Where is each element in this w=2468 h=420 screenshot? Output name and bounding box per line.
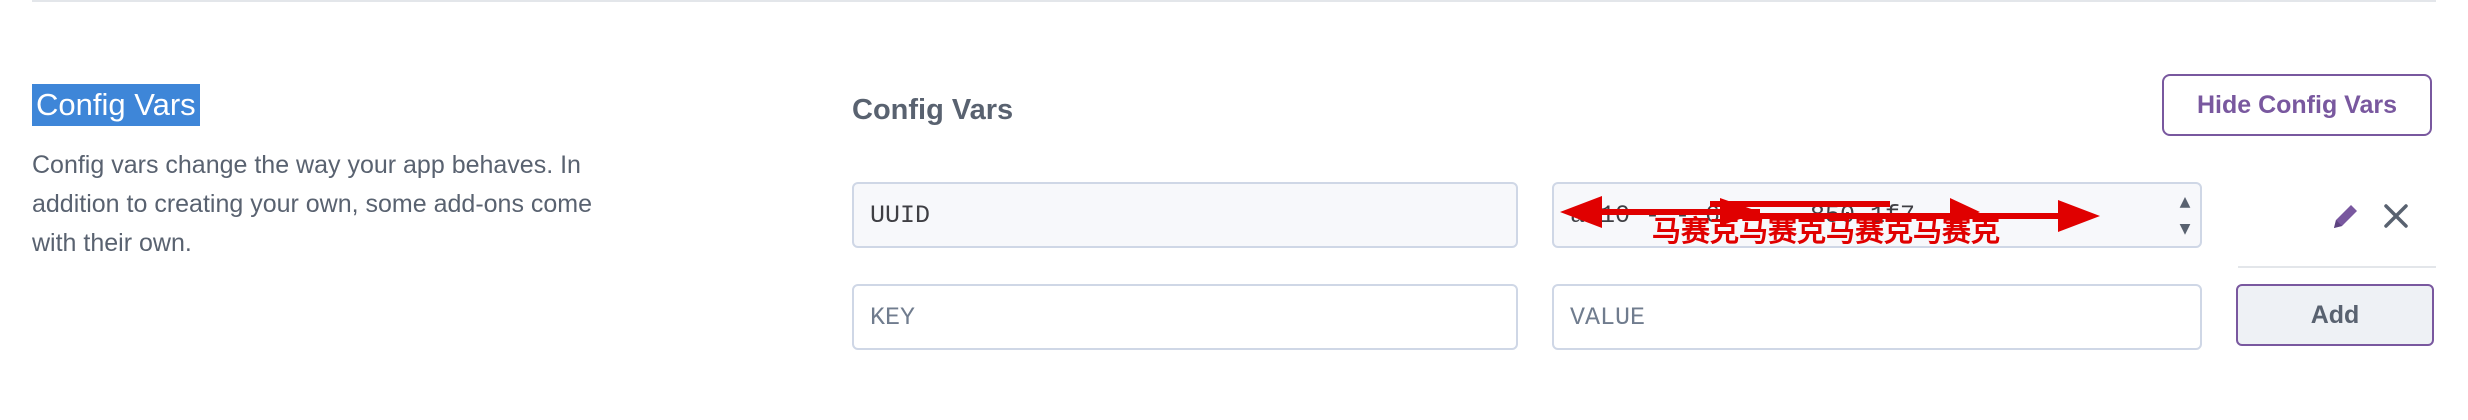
redaction-arrowhead-left-1	[1560, 196, 1602, 228]
close-icon[interactable]	[2376, 196, 2416, 236]
config-var-key-field[interactable]: UUID	[852, 182, 1518, 248]
new-value-input[interactable]: VALUE	[1552, 284, 2202, 350]
hide-config-vars-button[interactable]: Hide Config Vars	[2162, 74, 2432, 136]
redaction-arrowhead-right-2	[2058, 200, 2100, 232]
value-spinner[interactable]: ▲ ▼	[2174, 188, 2196, 242]
section-title: Config Vars	[32, 84, 200, 126]
panel-title: Config Vars	[852, 94, 1014, 126]
redaction-annotation-text: 马赛克马赛克马赛克马赛克	[1652, 214, 2001, 248]
new-value-placeholder: VALUE	[1570, 302, 1646, 332]
new-key-placeholder: KEY	[870, 302, 916, 332]
add-config-var-button[interactable]: Add	[2236, 284, 2434, 346]
chevron-down-icon[interactable]: ▼	[2180, 221, 2191, 237]
section-description: Config vars change the way your app beha…	[32, 151, 593, 257]
new-key-input[interactable]: KEY	[852, 284, 1518, 350]
row-divider	[2238, 266, 2436, 268]
top-divider	[32, 0, 2436, 2]
chevron-up-icon[interactable]: ▲	[2180, 194, 2191, 210]
pencil-icon[interactable]	[2326, 196, 2366, 236]
config-var-key-text: UUID	[870, 200, 931, 230]
